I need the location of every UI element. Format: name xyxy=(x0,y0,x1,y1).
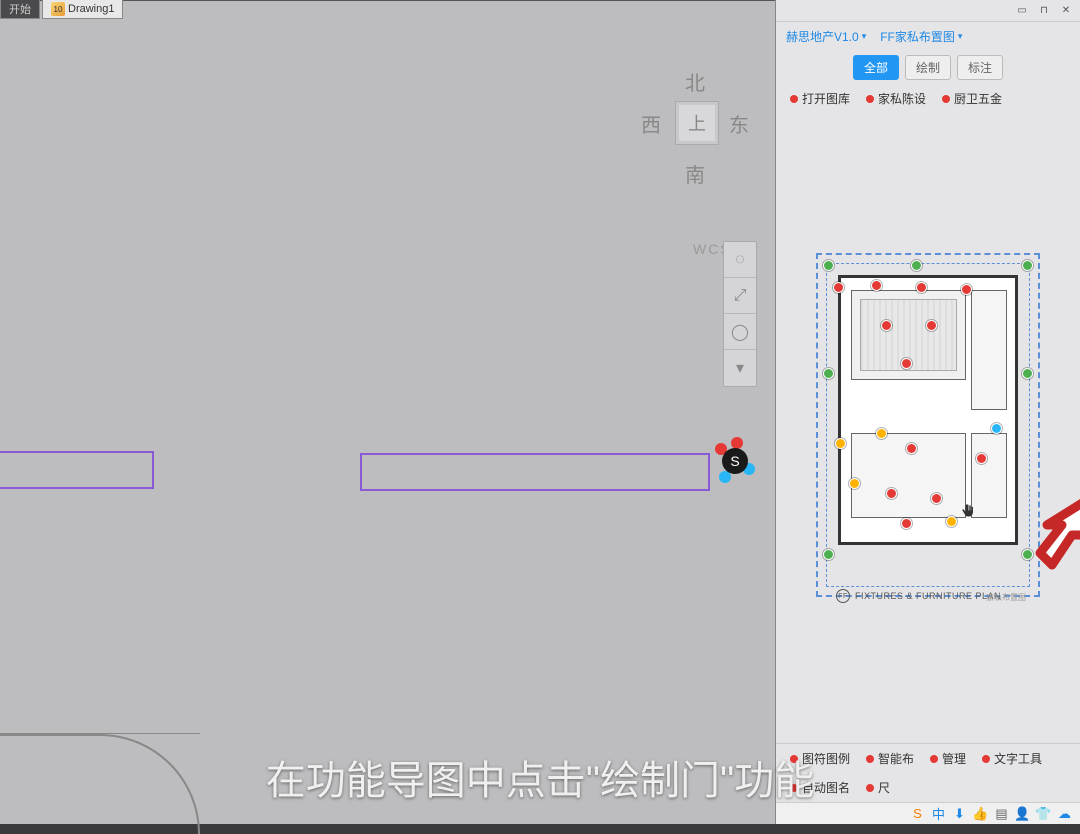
opt-text[interactable]: 文字工具 xyxy=(982,750,1042,767)
cat-label: 打开图库 xyxy=(802,90,850,107)
brand-s-icon[interactable]: S xyxy=(910,806,925,821)
filter-all[interactable]: 全部 xyxy=(853,55,899,80)
breadcrumb-root[interactable]: 赫思地产V1.0 ▾ xyxy=(786,28,866,45)
dock-icon[interactable]: ▭ xyxy=(1014,3,1030,17)
bc-leaf-label: FF家私布置图 xyxy=(880,28,955,45)
filter-annotate[interactable]: 标注 xyxy=(957,55,1003,80)
opt-smart[interactable]: 智能布 xyxy=(866,750,914,767)
breadcrumb-leaf[interactable]: FF家私布置图 ▾ xyxy=(880,28,962,45)
viewcube[interactable]: 北 西 东 南 上 WCS xyxy=(635,51,755,211)
cat-label: 厨卫五金 xyxy=(954,90,1002,107)
pan-icon[interactable]: ◌ xyxy=(724,242,756,278)
close-icon[interactable]: ✕ xyxy=(1058,3,1074,17)
opt-label: 尺 xyxy=(878,779,890,796)
bottom-options: 图符图例 智能布 管理 文字工具 自动图名 尺 xyxy=(776,743,1080,802)
dot-icon xyxy=(866,755,874,763)
opt-legend[interactable]: 图符图例 xyxy=(790,750,850,767)
vc-west[interactable]: 西 xyxy=(641,109,661,138)
zoom-icon[interactable]: ⤢ xyxy=(724,278,756,314)
doc-icon: 10 xyxy=(51,2,65,16)
chevron-down-icon: ▾ xyxy=(958,31,963,42)
bc-root-label: 赫思地产V1.0 xyxy=(786,28,859,45)
breadcrumb: 赫思地产V1.0 ▾ FF家私布置图 ▾ xyxy=(776,22,1080,51)
pin-icon[interactable]: ⊓ xyxy=(1036,3,1052,17)
arc-geometry[interactable] xyxy=(0,734,200,834)
vc-north[interactable]: 北 xyxy=(685,67,705,96)
opt-label: 管理 xyxy=(942,750,966,767)
tab-bar: 开始 10 Drawing1 xyxy=(0,0,123,19)
dot-icon xyxy=(790,95,798,103)
floorplan-preview[interactable]: FF FIXTURES & FURNITURE PLAN 家私布置图 xyxy=(776,115,1080,743)
sound-icon[interactable]: 中 xyxy=(931,806,946,821)
chevron-down-icon: ▾ xyxy=(862,31,867,42)
opt-label: 文字工具 xyxy=(994,750,1042,767)
bottom-icon-strip: S 中 ⬇ 👍 ▤ 👤 👕 ☁ xyxy=(776,802,1080,824)
dot-icon xyxy=(866,784,874,792)
fp-closet xyxy=(971,290,1007,410)
cat-furniture[interactable]: 家私陈设 xyxy=(866,90,926,107)
fp-caption-icon: FF xyxy=(836,589,850,603)
selection-rect-1[interactable] xyxy=(0,451,154,489)
category-row: 打开图库 家私陈设 厨卫五金 xyxy=(776,88,1080,115)
fp-subcaption: 家私布置图 xyxy=(986,592,1026,603)
fp-walls xyxy=(838,275,1018,545)
download-icon[interactable]: ⬇ xyxy=(952,806,967,821)
cloud-icon[interactable]: ☁ xyxy=(1057,806,1072,821)
dot-icon xyxy=(790,755,798,763)
orbit-icon[interactable]: ◯ xyxy=(724,314,756,350)
opt-label: 图符图例 xyxy=(802,750,850,767)
opt-label: 自动图名 xyxy=(802,779,850,796)
expand-icon[interactable]: ▾ xyxy=(724,350,756,386)
cat-library[interactable]: 打开图库 xyxy=(790,90,850,107)
vc-east[interactable]: 东 xyxy=(729,109,749,138)
tab-drawing[interactable]: 10 Drawing1 xyxy=(42,0,123,19)
dot-icon xyxy=(942,95,950,103)
shirt-icon[interactable]: 👕 xyxy=(1036,806,1051,821)
like-icon[interactable]: 👍 xyxy=(973,806,988,821)
opt-manage[interactable]: 管理 xyxy=(930,750,966,767)
opt-autoname[interactable]: 自动图名 xyxy=(790,779,850,796)
dot-icon xyxy=(866,95,874,103)
nav-bar: ◌ ⤢ ◯ ▾ xyxy=(723,241,757,387)
side-panel: ▭ ⊓ ✕ 赫思地产V1.0 ▾ FF家私布置图 ▾ 全部 绘制 标注 打开图库… xyxy=(775,0,1080,824)
tab-label: Drawing1 xyxy=(68,3,114,15)
filter-row: 全部 绘制 标注 xyxy=(776,51,1080,88)
panel-header: ▭ ⊓ ✕ xyxy=(776,0,1080,22)
fp-caption-text: FIXTURES & FURNITURE PLAN xyxy=(855,591,1001,601)
dot-icon xyxy=(982,755,990,763)
cat-kitchen[interactable]: 厨卫五金 xyxy=(942,90,1002,107)
callout-arrow-icon xyxy=(1022,495,1080,585)
dot-icon xyxy=(790,784,798,792)
calc-icon[interactable]: ▤ xyxy=(994,806,1009,821)
opt-label: 智能布 xyxy=(878,750,914,767)
hand-cursor-icon xyxy=(961,503,979,521)
filter-draw[interactable]: 绘制 xyxy=(905,55,951,80)
tab-start[interactable]: 开始 xyxy=(0,0,40,19)
vc-top[interactable]: 上 xyxy=(675,101,719,145)
fp-caption: FF FIXTURES & FURNITURE PLAN xyxy=(836,589,1001,603)
drawing-canvas[interactable]: 开始 10 Drawing1 北 西 东 南 上 WCS ◌ ⤢ ◯ ▾ xyxy=(0,0,775,824)
opt-ruler[interactable]: 尺 xyxy=(866,779,890,796)
brand-disc-icon[interactable]: S xyxy=(715,441,755,481)
cat-label: 家私陈设 xyxy=(878,90,926,107)
selection-rect-2[interactable] xyxy=(360,453,710,491)
user-icon[interactable]: 👤 xyxy=(1015,806,1030,821)
vc-south[interactable]: 南 xyxy=(685,159,705,188)
dot-icon xyxy=(930,755,938,763)
